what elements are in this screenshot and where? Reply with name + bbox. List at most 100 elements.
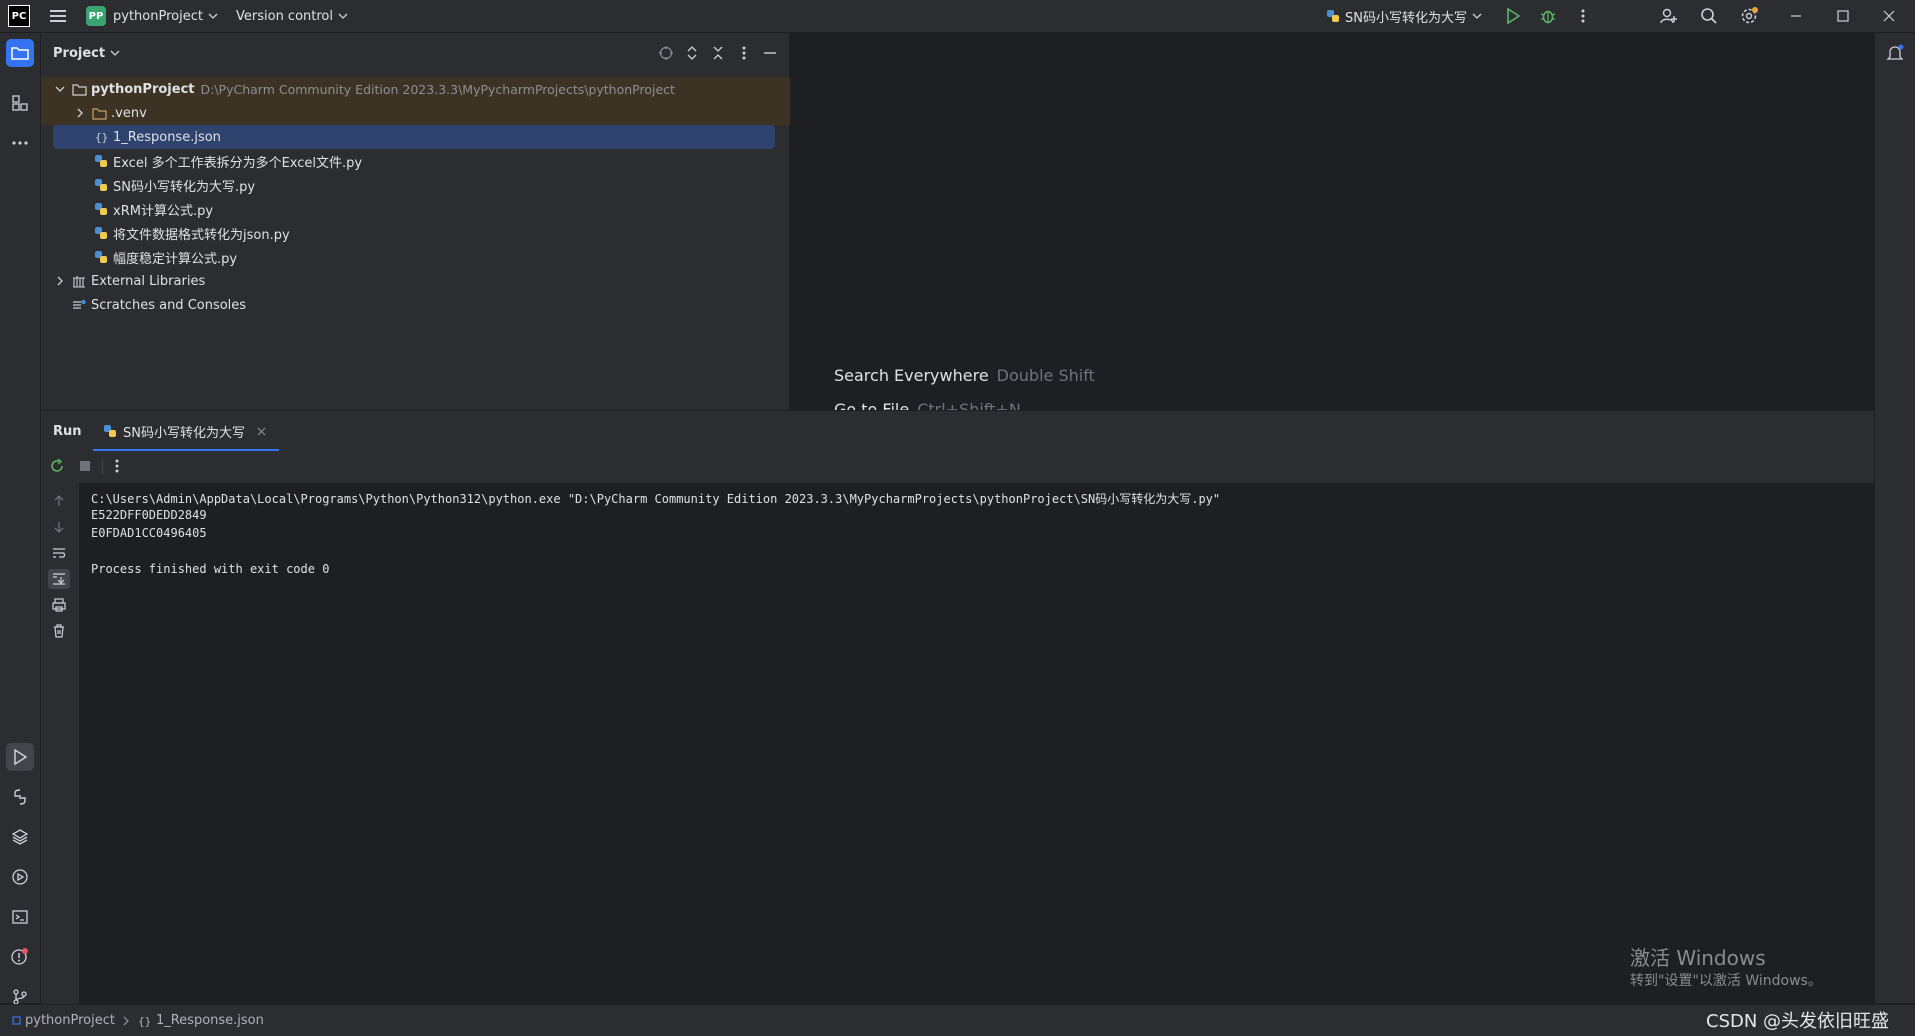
- run-panel: Run SN码小写转化为大写 C:\Users\Admin\AppData\Lo…: [41, 410, 1874, 1004]
- chevron-down-icon: [110, 50, 120, 56]
- tree-item-label: xRM计算公式.py: [113, 203, 214, 219]
- breadcrumb-file[interactable]: {} 1_Response.json: [137, 1013, 264, 1028]
- arrow-down-icon[interactable]: [48, 517, 70, 537]
- close-tab-icon[interactable]: [257, 427, 266, 436]
- collapse-all-icon[interactable]: [709, 44, 727, 62]
- main-menu-icon[interactable]: [46, 5, 70, 27]
- tree-item-label: 1_Response.json: [113, 129, 221, 145]
- pycharm-logo[interactable]: PC: [8, 5, 30, 27]
- search-icon[interactable]: [1697, 5, 1721, 27]
- svg-text:{}: {}: [138, 1015, 151, 1028]
- tree-item-py-file[interactable]: Excel 多个工作表拆分为多个Excel文件.py: [41, 149, 839, 173]
- project-panel-title: Project: [53, 45, 106, 61]
- breadcrumb-project[interactable]: pythonProject: [12, 1013, 115, 1028]
- debug-icon[interactable]: [1536, 5, 1560, 27]
- tree-root-pythonproject[interactable]: pythonProject D:\PyCharm Community Editi…: [41, 77, 799, 101]
- folder-icon: [71, 81, 87, 97]
- locate-file-icon[interactable]: [657, 44, 675, 62]
- left-tool-strip: [0, 33, 41, 1005]
- hint-search-everywhere: Search Everywhere Double Shift: [834, 366, 1095, 385]
- more-actions-icon[interactable]: [109, 456, 125, 476]
- close-icon[interactable]: [1877, 5, 1901, 27]
- hint-go-to-file: Go to File Ctrl+Shift+N: [834, 400, 1021, 410]
- terminal-icon[interactable]: [6, 903, 34, 931]
- svg-text:{}: {}: [95, 131, 108, 144]
- python-packages-icon[interactable]: [6, 823, 34, 851]
- chevron-down-icon[interactable]: [53, 82, 67, 96]
- arrow-up-icon[interactable]: [48, 491, 70, 511]
- project-view-selector[interactable]: Project: [53, 33, 120, 73]
- run-toolbar: [41, 451, 1874, 481]
- problems-icon[interactable]: [6, 943, 34, 971]
- print-icon[interactable]: [48, 595, 70, 615]
- more-actions-icon[interactable]: [1571, 5, 1595, 27]
- soft-wrap-icon[interactable]: [48, 543, 70, 563]
- more-tools-icon[interactable]: [6, 129, 34, 157]
- python-file-icon: [93, 201, 109, 217]
- python-console-icon[interactable]: [6, 783, 34, 811]
- vcs-label: Version control: [236, 8, 333, 24]
- project-switcher[interactable]: PP pythonProject: [86, 0, 218, 32]
- services-icon[interactable]: [6, 863, 34, 891]
- tree-item-label: Excel 多个工作表拆分为多个Excel文件.py: [113, 155, 363, 171]
- rerun-icon[interactable]: [46, 456, 68, 476]
- project-panel: Project pythonProject D:\PyCharm Communi…: [41, 33, 819, 410]
- hint-key: Double Shift: [996, 366, 1095, 385]
- library-icon: [71, 273, 87, 289]
- editor-area[interactable]: Search Everywhere Double Shift Go to File…: [790, 33, 1874, 410]
- hint-key: Ctrl+Shift+N: [917, 400, 1021, 410]
- expand-all-icon[interactable]: [683, 44, 701, 62]
- windows-activation-subtitle: 转到"设置"以激活 Windows。: [1630, 973, 1822, 989]
- console-line: E522DFF0DEDD2849: [91, 508, 207, 522]
- json-file-icon: {}: [93, 129, 109, 145]
- title-bar: PC PP pythonProject Version control SN码小…: [0, 0, 1915, 33]
- tree-item-external-libraries[interactable]: External Libraries: [41, 269, 799, 293]
- tree-item-scratches[interactable]: Scratches and Consoles: [41, 293, 817, 317]
- breadcrumb-project-label: pythonProject: [25, 1013, 115, 1028]
- minimize-icon[interactable]: [1784, 5, 1808, 27]
- run-tab[interactable]: SN码小写转化为大写: [93, 411, 276, 451]
- vcs-menu[interactable]: Version control: [236, 0, 348, 32]
- tree-item-label: .venv: [111, 105, 147, 121]
- json-file-icon: {}: [137, 1014, 151, 1028]
- toolbar-divider: [102, 458, 103, 474]
- run-config-selector[interactable]: SN码小写转化为大写: [1326, 0, 1482, 32]
- chevron-right-icon[interactable]: [73, 106, 87, 120]
- run-config-label: SN码小写转化为大写: [1345, 10, 1467, 26]
- console-output[interactable]: C:\Users\Admin\AppData\Local\Programs\Py…: [79, 483, 1874, 1004]
- python-file-icon: [93, 225, 109, 241]
- run-tool-icon[interactable]: [6, 743, 34, 771]
- options-icon[interactable]: [735, 44, 753, 62]
- tree-item-py-file[interactable]: xRM计算公式.py: [41, 197, 839, 221]
- python-file-icon: [103, 424, 117, 438]
- tree-item-response-json[interactable]: {} 1_Response.json: [53, 125, 775, 149]
- add-user-icon[interactable]: [1657, 5, 1681, 27]
- run-icon[interactable]: [1501, 5, 1525, 27]
- chevron-right-icon: [123, 1016, 129, 1026]
- tree-item-label: 幅度稳定计算公式.py: [113, 251, 238, 267]
- console-line: Process finished with exit code 0: [91, 562, 330, 576]
- stop-icon[interactable]: [74, 456, 96, 476]
- tree-item-py-file[interactable]: 将文件数据格式转化为json.py: [41, 221, 839, 245]
- trash-icon[interactable]: [48, 621, 70, 641]
- run-tab-label: SN码小写转化为大写: [123, 425, 245, 441]
- hide-panel-icon[interactable]: [761, 44, 779, 62]
- right-tool-strip: [1874, 33, 1915, 1003]
- scroll-to-end-icon[interactable]: [48, 569, 70, 589]
- tree-item-venv[interactable]: .venv: [41, 101, 819, 125]
- tree-item-py-file[interactable]: SN码小写转化为大写.py: [41, 173, 839, 197]
- settings-gear-icon[interactable]: [1737, 5, 1761, 27]
- hint-action: Go to File: [834, 400, 910, 410]
- windows-activation-title: 激活 Windows: [1630, 946, 1766, 970]
- console-side-toolbar: [41, 481, 79, 1004]
- maximize-icon[interactable]: [1831, 5, 1855, 27]
- tree-item-label: Scratches and Consoles: [91, 297, 247, 313]
- python-file-icon: [93, 249, 109, 265]
- project-badge: PP: [86, 6, 106, 26]
- chevron-right-icon[interactable]: [53, 274, 67, 288]
- tree-item-py-file[interactable]: 幅度稳定计算公式.py: [41, 245, 839, 269]
- project-tool-icon[interactable]: [6, 39, 34, 67]
- notifications-bell-icon[interactable]: [1881, 39, 1909, 67]
- project-name: pythonProject: [113, 8, 203, 24]
- structure-tool-icon[interactable]: [6, 89, 34, 117]
